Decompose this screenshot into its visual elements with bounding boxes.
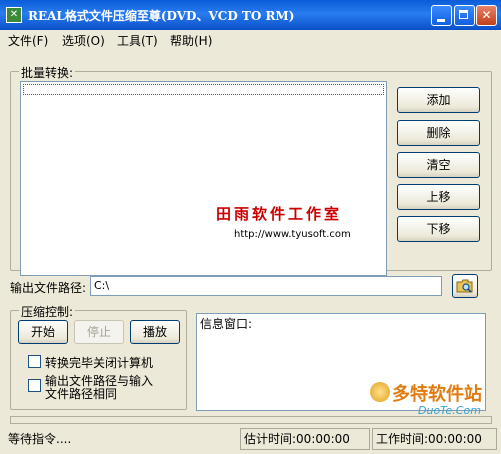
maximize-button[interactable] [454,5,475,26]
browse-button[interactable] [452,274,478,298]
same-path-label-line1: 输出文件路径与输入 [45,374,154,388]
same-path-checkbox[interactable] [28,379,41,392]
menu-help[interactable]: 帮助(H) [170,32,212,49]
window-title: REAL格式文件压缩至尊(DVD、VCD TO RM) [28,9,295,23]
add-button[interactable]: 添加 [397,87,480,113]
duote-logo-icon [370,382,390,402]
title-bar[interactable]: ✕ REAL格式文件压缩至尊(DVD、VCD TO RM) ✕ [0,0,501,30]
output-path-input[interactable]: C:\ [90,276,442,296]
menu-file[interactable]: 文件(F) [8,32,48,49]
folder-search-icon [456,279,473,293]
watermark-title: 田雨软件工作室 [216,205,343,223]
clear-button[interactable]: 清空 [397,152,480,178]
menu-tools[interactable]: 工具(T) [117,32,158,49]
status-bar: 等待指令.... 估计时间:00:00:00 工作时间:00:00:00 [0,426,501,454]
app-window: ✕ REAL格式文件压缩至尊(DVD、VCD TO RM) ✕ 文件(F) 选项… [0,0,501,454]
move-down-button[interactable]: 下移 [397,216,480,242]
duote-watermark-main: 多特软件站 [392,384,482,405]
start-button[interactable]: 开始 [18,320,68,344]
move-up-button[interactable]: 上移 [397,184,480,210]
status-work-time: 工作时间:00:00:00 [372,428,497,450]
delete-button[interactable]: 删除 [397,120,480,146]
output-path-label: 输出文件路径: [10,281,87,295]
shutdown-checkbox[interactable] [28,355,41,368]
menu-bar: 文件(F) 选项(O) 工具(T) 帮助(H) [0,30,501,50]
same-path-label-line2: 文件路径相同 [45,387,118,401]
status-estimated-time: 估计时间:00:00:00 [240,428,370,450]
status-state: 等待指令.... [8,432,72,446]
shutdown-label: 转换完毕关闭计算机 [45,356,154,370]
watermark-url: http://www.tyusoft.com [234,229,351,240]
compress-group-label: 压缩控制: [19,303,76,320]
menu-options[interactable]: 选项(O) [62,32,105,49]
app-icon[interactable]: ✕ [6,7,22,23]
info-window-label: 信息窗口: [200,317,253,331]
progress-bar [10,416,492,424]
stop-button[interactable]: 停止 [74,320,124,344]
close-button[interactable]: ✕ [476,5,497,26]
same-path-label: 输出文件路径与输入 文件路径相同 [45,375,153,401]
list-focus-row[interactable] [23,84,384,95]
minimize-button[interactable] [431,5,452,26]
play-button[interactable]: 播放 [130,320,180,344]
batch-group-label: 批量转换: [19,64,76,81]
studio-watermark: 田雨软件工作室 http://www.tyusoft.com [210,197,385,247]
